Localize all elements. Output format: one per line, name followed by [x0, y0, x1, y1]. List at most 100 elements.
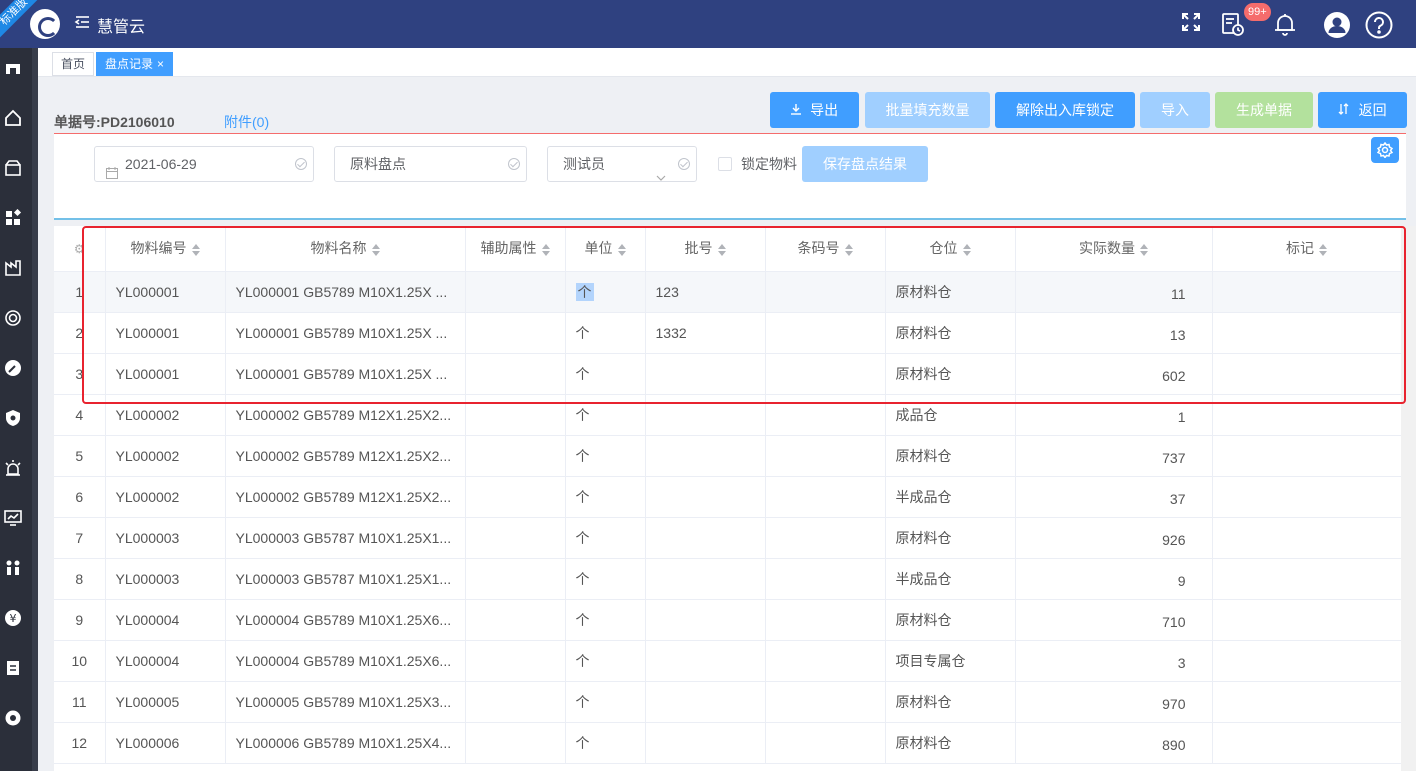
aux-attribute-cell[interactable]	[465, 722, 566, 764]
material-name-cell[interactable]: YL000006 GB5789 M10X1.25X4...	[225, 722, 466, 764]
actual-quantity-cell[interactable]: 710	[1015, 599, 1213, 641]
location-cell[interactable]: 原材料仓	[885, 599, 1016, 641]
unit-cell[interactable]: 个	[565, 599, 646, 641]
save-inventory-result-button[interactable]: 保存盘点结果	[802, 146, 928, 182]
actual-quantity-cell[interactable]: 926	[1015, 517, 1213, 559]
operator-select[interactable]: 测试员	[547, 146, 697, 182]
column-header[interactable]: 物料编号	[105, 226, 226, 272]
mark-cell[interactable]	[1212, 599, 1401, 641]
location-cell[interactable]: 原材料仓	[885, 312, 1016, 354]
sidebar-alarm-icon[interactable]	[4, 459, 22, 477]
export-button[interactable]: 导出	[770, 92, 859, 128]
aux-attribute-cell[interactable]	[465, 640, 566, 682]
table-row[interactable]: 11 YL000005 YL000005 GB5789 M10X1.25X3..…	[54, 681, 1401, 723]
table-row[interactable]: 12 YL000006 YL000006 GB5789 M10X1.25X4..…	[54, 722, 1401, 764]
actual-quantity-cell[interactable]: 737	[1015, 435, 1213, 477]
table-row[interactable]: 8 YL000003 YL000003 GB5787 M10X1.25X1...…	[54, 558, 1401, 600]
inventory-type-select[interactable]: 原料盘点	[334, 146, 527, 182]
lock-material-checkbox[interactable]	[718, 157, 732, 171]
material-code-cell[interactable]: YL000002	[105, 476, 226, 518]
actual-quantity-cell[interactable]: 1	[1015, 394, 1213, 436]
column-header[interactable]: 辅助属性	[465, 226, 566, 272]
actual-quantity-cell[interactable]: 970	[1015, 681, 1213, 723]
fullscreen-icon[interactable]	[1180, 11, 1206, 37]
batch-number-cell[interactable]	[645, 599, 766, 641]
location-cell[interactable]: 原材料仓	[885, 353, 1016, 395]
column-header[interactable]: 单位	[565, 226, 646, 272]
location-cell[interactable]: 半成品仓	[885, 476, 1016, 518]
sidebar-home-icon[interactable]	[4, 109, 22, 127]
unit-cell[interactable]: 个	[565, 312, 646, 354]
aux-attribute-cell[interactable]	[465, 476, 566, 518]
location-cell[interactable]: 半成品仓	[885, 558, 1016, 600]
sort-icon[interactable]	[541, 243, 550, 256]
batch-number-cell[interactable]	[645, 722, 766, 764]
location-cell[interactable]: 项目专属仓	[885, 640, 1016, 682]
table-row[interactable]: 4 YL000002 YL000002 GB5789 M12X1.25X2...…	[54, 394, 1401, 436]
batch-number-cell[interactable]	[645, 394, 766, 436]
unit-cell[interactable]: 个	[565, 722, 646, 764]
sidebar-sale-icon[interactable]	[4, 159, 22, 177]
material-code-cell[interactable]: YL000001	[105, 353, 226, 395]
actual-quantity-cell[interactable]: 9	[1015, 558, 1213, 600]
mark-cell[interactable]	[1212, 312, 1401, 354]
barcode-cell[interactable]	[765, 640, 886, 682]
table-row[interactable]: 6 YL000002 YL000002 GB5789 M12X1.25X2...…	[54, 476, 1401, 518]
batch-number-cell[interactable]: 123	[645, 271, 766, 313]
material-code-cell[interactable]: YL000006	[105, 722, 226, 764]
sort-icon[interactable]	[191, 243, 200, 256]
actual-quantity-cell[interactable]: 11	[1015, 271, 1213, 313]
material-name-cell[interactable]: YL000003 GB5787 M10X1.25X1...	[225, 558, 466, 600]
help-icon[interactable]	[1365, 11, 1393, 39]
sort-icon[interactable]	[1319, 243, 1327, 256]
mark-cell[interactable]	[1212, 435, 1401, 477]
batch-number-cell[interactable]	[645, 517, 766, 559]
close-tab-icon[interactable]: ×	[157, 57, 164, 71]
generate-document-button[interactable]: 生成单据	[1215, 92, 1313, 128]
location-cell[interactable]: 成品仓	[885, 394, 1016, 436]
location-cell[interactable]: 原材料仓	[885, 681, 1016, 723]
column-header[interactable]: 实际数量	[1015, 226, 1213, 272]
column-header[interactable]: 物料名称	[225, 226, 466, 272]
unit-cell[interactable]: 个	[565, 353, 646, 395]
material-name-cell[interactable]: YL000002 GB5789 M12X1.25X2...	[225, 435, 466, 477]
table-row[interactable]: 2 YL000001 YL000001 GB5789 M10X1.25X ...…	[54, 312, 1401, 354]
aux-attribute-cell[interactable]	[465, 394, 566, 436]
mark-cell[interactable]	[1212, 640, 1401, 682]
actual-quantity-cell[interactable]: 37	[1015, 476, 1213, 518]
barcode-cell[interactable]	[765, 722, 886, 764]
aux-attribute-cell[interactable]	[465, 312, 566, 354]
unit-cell[interactable]: 个	[565, 271, 646, 313]
unit-cell[interactable]: 个	[565, 435, 646, 477]
column-header[interactable]: 条码号	[765, 226, 886, 272]
location-cell[interactable]: 原材料仓	[885, 271, 1016, 313]
sidebar-settings-icon[interactable]	[4, 709, 22, 727]
sidebar-apps-icon[interactable]	[4, 208, 22, 227]
mark-cell[interactable]	[1212, 722, 1401, 764]
sidebar-finance-icon[interactable]: ¥	[4, 609, 22, 627]
actual-quantity-cell[interactable]: 890	[1015, 722, 1213, 764]
unit-cell[interactable]: 个	[565, 394, 646, 436]
barcode-cell[interactable]	[765, 271, 886, 313]
sidebar-chart-icon[interactable]	[4, 509, 22, 527]
unit-cell[interactable]: 个	[565, 681, 646, 723]
material-name-cell[interactable]: YL000004 GB5789 M10X1.25X6...	[225, 599, 466, 641]
barcode-cell[interactable]	[765, 435, 886, 477]
material-code-cell[interactable]: YL000002	[105, 435, 226, 477]
task-list-icon[interactable]	[1220, 11, 1246, 37]
column-header[interactable]: 标记	[1212, 226, 1401, 272]
table-row[interactable]: 7 YL000003 YL000003 GB5787 M10X1.25X1...…	[54, 517, 1401, 559]
table-scrollbar[interactable]	[1401, 226, 1416, 771]
aux-attribute-cell[interactable]	[465, 558, 566, 600]
unit-cell[interactable]: 个	[565, 517, 646, 559]
material-name-cell[interactable]: YL000001 GB5789 M10X1.25X ...	[225, 353, 466, 395]
material-code-cell[interactable]: YL000003	[105, 517, 226, 559]
sidebar-shield-icon[interactable]	[4, 409, 22, 427]
mark-cell[interactable]	[1212, 476, 1401, 518]
aux-attribute-cell[interactable]	[465, 681, 566, 723]
column-settings-button[interactable]	[1371, 137, 1399, 163]
table-row[interactable]: 9 YL000004 YL000004 GB5789 M10X1.25X6...…	[54, 599, 1401, 641]
batch-number-cell[interactable]	[645, 681, 766, 723]
batch-number-cell[interactable]	[645, 558, 766, 600]
unit-cell[interactable]: 个	[565, 476, 646, 518]
